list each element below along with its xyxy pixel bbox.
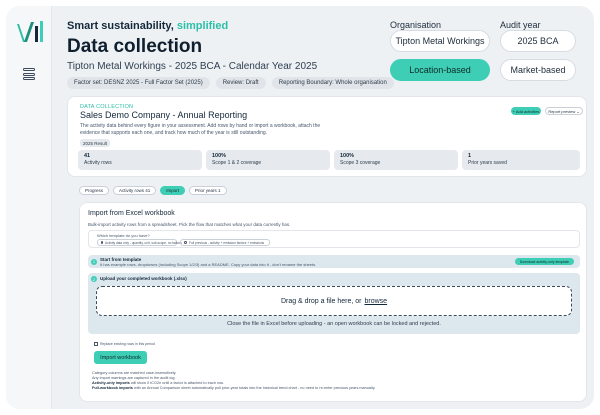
note-text: will show 0 tCO2e until a factor is atta… xyxy=(130,381,224,385)
tab-activity-rows[interactable]: Activity rows 41 xyxy=(113,186,157,195)
database-icon[interactable] xyxy=(23,68,37,82)
template-label: Which template do you have? xyxy=(97,233,150,238)
tagline-main: Smart sustainability, xyxy=(67,20,174,32)
tab-import[interactable]: Import xyxy=(160,186,186,195)
factor-set-badge: Factor set: DESNZ 2025 - Full Factor Set… xyxy=(67,77,210,89)
import-notes: Category columns are matched case-insens… xyxy=(92,371,375,391)
stat-value: 1 xyxy=(468,153,472,159)
stat-label: Prior years saved xyxy=(468,160,507,166)
replace-rows-option[interactable]: Replace existing rows in this period xyxy=(94,342,155,346)
option-label: Full previous - activity + emission fact… xyxy=(189,240,265,245)
import-workbook-button[interactable]: Import workbook xyxy=(94,351,147,364)
option-label: Activity data only - quantity, unit, sub… xyxy=(105,240,182,245)
overview-card: DATA COLLECTION Sales Demo Company - Ann… xyxy=(67,96,587,177)
add-activities-button[interactable]: + Add activities xyxy=(511,107,541,115)
year-result-chip: 2025 Result xyxy=(80,139,111,147)
checkbox-icon[interactable] xyxy=(94,342,98,346)
dropzone-text: Drag & drop a file here, or xyxy=(280,297,362,305)
report-preview-button[interactable]: Report preview ⌄ xyxy=(545,107,583,115)
download-template-button[interactable]: Download activity-only template xyxy=(514,258,574,265)
sidebar xyxy=(6,6,52,409)
stat-value: 41 xyxy=(84,153,91,159)
step-2-title: Upload your completed workbook (.xlsx) xyxy=(100,276,187,281)
stat-label: Scope 1 & 2 coverage xyxy=(212,160,262,166)
file-dropzone[interactable]: Drag & drop a file here, or browse xyxy=(96,286,572,316)
tagline-accent: simplified xyxy=(176,20,229,32)
badge-row: Factor set: DESNZ 2025 - Full Factor Set… xyxy=(67,77,394,89)
option-activity-only[interactable]: Activity data only - quantity, unit, sub… xyxy=(97,239,182,246)
step-1-icon: 1 xyxy=(91,258,97,265)
stat-scope12: 100% Scope 1 & 2 coverage xyxy=(206,150,330,170)
step-2-icon: 2 xyxy=(91,276,97,282)
tab-bar: Progress Activity rows 41 Import Prior y… xyxy=(79,186,227,195)
audit-year-label: Audit year xyxy=(500,20,541,30)
note-bold: Activity-only imports xyxy=(92,381,130,385)
location-based-toggle[interactable]: Location-based xyxy=(390,59,490,81)
market-based-toggle[interactable]: Market-based xyxy=(500,59,576,81)
app-frame: Smart sustainability, simplified Data co… xyxy=(6,6,594,409)
import-card: Import from Excel workbook Bulk-import a… xyxy=(79,202,587,402)
stat-prior-years: 1 Prior years saved xyxy=(462,150,580,170)
stat-label: Scope 3 coverage xyxy=(340,160,381,166)
stat-scope3: 100% Scope 3 coverage xyxy=(334,150,458,170)
step-1-description: It has example rows, dropdowns (includin… xyxy=(100,262,317,267)
tab-prior-years[interactable]: Prior years 1 xyxy=(189,186,227,195)
page-title: Data collection xyxy=(67,36,203,57)
organisation-select[interactable]: Tipton Metal Workings xyxy=(390,30,490,52)
radio-icon xyxy=(184,241,187,244)
import-description: Bulk-import activity rows from a spreads… xyxy=(88,222,291,227)
logo-icon xyxy=(17,21,43,42)
note-line: Full-workbook imports with an Annual Com… xyxy=(92,386,375,391)
stat-value: 100% xyxy=(212,153,227,159)
replace-label: Replace existing rows in this period xyxy=(100,342,155,346)
overview-title: Sales Demo Company - Annual Reporting xyxy=(80,110,248,120)
radio-selected-icon xyxy=(101,241,103,244)
tagline: Smart sustainability, simplified xyxy=(67,20,228,32)
overview-description: The activity data behind every figure in… xyxy=(80,123,321,136)
step-1-title: Start from template xyxy=(100,256,142,262)
step-upload: 2 Upload your completed workbook (.xlsx)… xyxy=(88,273,580,334)
stat-activity-rows: 41 Activity rows xyxy=(78,150,202,170)
organisation-label: Organisation xyxy=(390,20,442,30)
option-full-previous[interactable]: Full previous - activity + emission fact… xyxy=(180,239,270,246)
note-bold: Full-workbook imports xyxy=(92,386,133,390)
step-template: 1 Start from template It has example row… xyxy=(88,255,580,268)
stat-value: 100% xyxy=(340,153,355,159)
tab-progress[interactable]: Progress xyxy=(79,186,110,195)
note-text: with an Annual Comparison sheet automati… xyxy=(134,386,376,390)
template-chooser: Which template do you have? Activity dat… xyxy=(88,230,580,248)
audit-year-select[interactable]: 2025 BCA xyxy=(500,30,576,52)
page-subtitle: Tipton Metal Workings - 2025 BCA - Calen… xyxy=(67,61,318,72)
dropzone-note: Close the file in Excel before uploading… xyxy=(227,321,441,327)
browse-link[interactable]: browse xyxy=(364,298,387,305)
import-title: Import from Excel workbook xyxy=(88,210,175,217)
boundary-badge: Reporting Boundary: Whole organisation xyxy=(271,77,394,89)
stat-label: Activity rows xyxy=(84,160,112,166)
review-badge: Review: Draft xyxy=(215,77,266,89)
